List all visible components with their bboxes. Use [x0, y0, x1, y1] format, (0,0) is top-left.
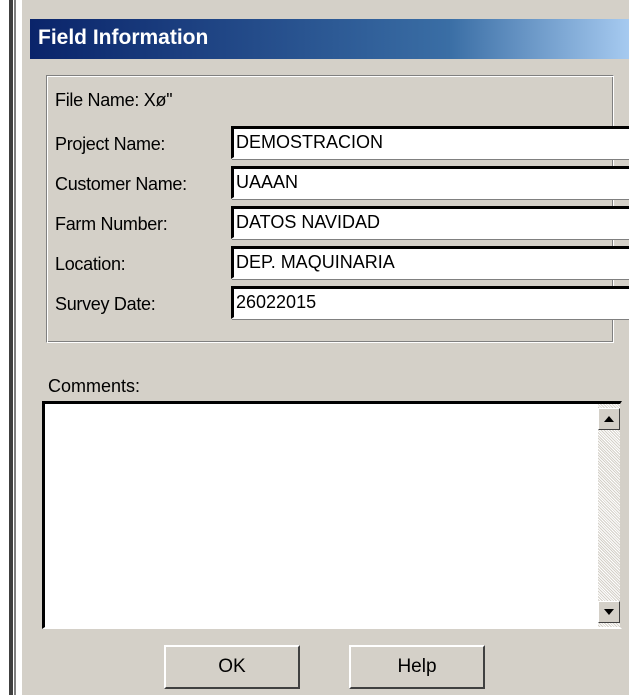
field-information-dialog: Field Information File Name: Xø'' Projec… [22, 0, 629, 695]
project-name-field[interactable]: DEMOSTRACION [231, 126, 629, 159]
comments-scrollbar[interactable] [598, 404, 620, 627]
project-name-label: Project Name: [55, 134, 166, 154]
location-field[interactable]: DEP. MAQUINARIA [231, 246, 629, 279]
survey-date-label: Survey Date: [55, 294, 156, 314]
customer-name-label: Customer Name: [55, 174, 187, 194]
survey-date-field[interactable]: 26022015 [231, 286, 629, 319]
scroll-up-button[interactable] [598, 408, 620, 430]
arrow-down-icon [604, 609, 614, 615]
field-group: File Name: Xø'' Project Name: DEMOSTRACI… [46, 75, 629, 343]
comments-label: Comments: [48, 376, 141, 396]
dialog-title: Field Information [38, 26, 209, 49]
farm-number-label: Farm Number: [55, 214, 168, 234]
comments-textarea[interactable] [42, 401, 622, 629]
location-label: Location: [55, 254, 126, 274]
dialog-titlebar[interactable]: Field Information [30, 19, 629, 59]
customer-name-field[interactable]: UAAAN [231, 166, 629, 199]
help-button[interactable]: Help [349, 645, 485, 689]
window-edge-shadow [14, 0, 16, 695]
arrow-up-icon [604, 416, 614, 422]
ok-button[interactable]: OK [164, 645, 300, 689]
file-name-value: Xø'' [143, 90, 173, 110]
window-edge-dark [9, 0, 13, 695]
scroll-down-button[interactable] [598, 601, 620, 623]
file-name-label: File Name: Xø'' [55, 90, 173, 110]
farm-number-field[interactable]: DATOS NAVIDAD [231, 206, 629, 239]
window-edge [0, 0, 22, 695]
